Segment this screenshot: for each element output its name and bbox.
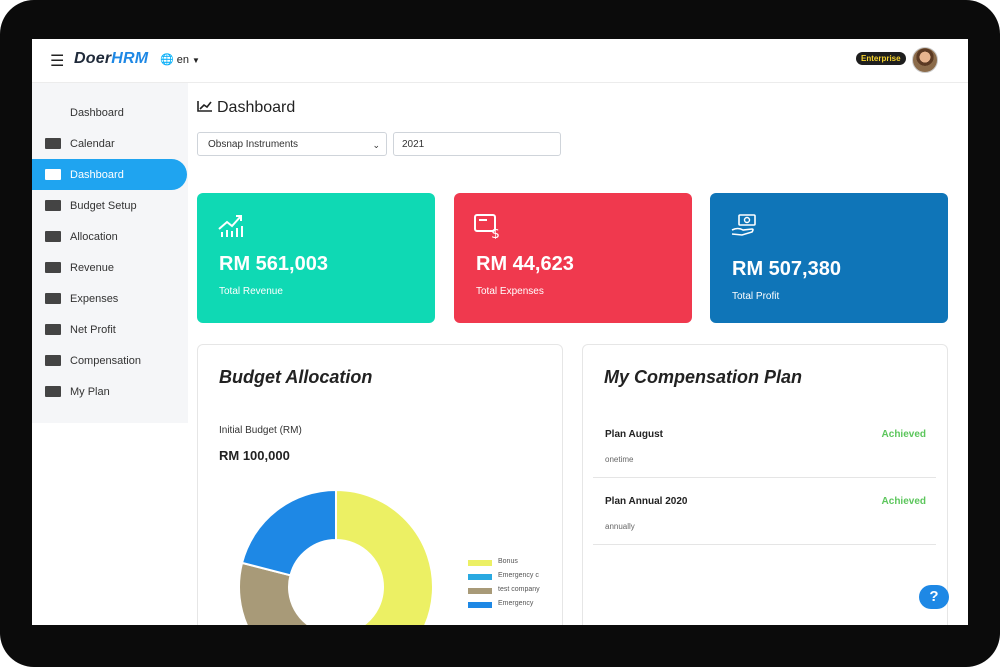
year-input-value: 2021: [402, 139, 425, 150]
year-input[interactable]: 2021: [393, 132, 561, 156]
card-icon: [45, 293, 61, 304]
expenses-card: $ RM 44,623 Total Expenses: [454, 193, 692, 323]
legend-swatch: [468, 574, 492, 580]
plan-row[interactable]: Plan August onetime Achieved: [593, 411, 936, 478]
plan-status: Achieved: [881, 429, 926, 440]
sidebar-item-dashboard[interactable]: Dashboard: [32, 159, 187, 190]
sidebar: Dashboard Calendar Dashboard Budget Setu…: [32, 83, 188, 423]
app-screen: ☰ DoerHRM 🌐 en ▼ Enterprise Dashboard Cal…: [32, 39, 968, 625]
plan-status: Achieved: [881, 496, 926, 507]
budget-allocation-panel: Budget Allocation Initial Budget (RM) RM…: [197, 344, 563, 625]
legend-label: Bonus: [498, 558, 518, 565]
revenue-label: Total Revenue: [219, 286, 283, 297]
sidebar-item-my-plan[interactable]: My Plan: [32, 376, 187, 407]
sidebar-item-dashboard-top[interactable]: Dashboard: [32, 97, 187, 128]
profit-card: RM 507,380 Total Profit: [710, 193, 948, 323]
profit-amount: RM 507,380: [732, 258, 841, 280]
chevron-down-icon: ⌄: [372, 140, 380, 150]
page-title: Dashboard: [197, 99, 295, 117]
plan-name: Plan August: [605, 429, 663, 440]
revenue-amount: RM 561,003: [219, 253, 328, 275]
budget-allocation-title: Budget Allocation: [219, 367, 373, 387]
sidebar-item-label: Budget Setup: [70, 199, 137, 212]
expenses-amount: RM 44,623: [476, 253, 574, 275]
card-icon: [45, 231, 61, 242]
plan-row[interactable]: Plan Annual 2020 annually Achieved: [593, 478, 936, 545]
card-icon: [45, 138, 61, 149]
profit-label: Total Profit: [732, 291, 780, 302]
legend-label: Emergency c: [498, 572, 539, 579]
card-icon: [45, 169, 61, 180]
expenses-label: Total Expenses: [476, 286, 544, 297]
invoice-dollar-icon: $: [474, 213, 502, 245]
menu-icon[interactable]: ☰: [50, 51, 64, 71]
top-bar: ☰ DoerHRM 🌐 en ▼ Enterprise: [32, 39, 968, 83]
avatar[interactable]: [912, 47, 938, 73]
donut-slice-bonus[interactable]: [324, 488, 434, 625]
initial-budget-amount: RM 100,000: [219, 448, 290, 463]
caret-down-icon: ▼: [192, 56, 200, 65]
sidebar-item-label: Compensation: [70, 354, 141, 367]
sidebar-item-label: Dashboard: [70, 168, 124, 181]
card-icon: [45, 324, 61, 335]
legend-label: test company: [498, 586, 540, 593]
sidebar-item-revenue[interactable]: Revenue: [32, 252, 187, 283]
sidebar-item-compensation[interactable]: Compensation: [32, 345, 187, 376]
svg-text:$: $: [491, 226, 500, 239]
compensation-title: My Compensation Plan: [604, 367, 803, 387]
donut-slice-emergency[interactable]: [240, 488, 337, 577]
plan-type: onetime: [605, 455, 634, 464]
sidebar-item-label: Dashboard: [70, 106, 124, 119]
legend-swatch: [468, 560, 492, 566]
sidebar-item-net-profit[interactable]: Net Profit: [32, 314, 187, 345]
card-icon: [45, 200, 61, 211]
growth-chart-icon: [217, 213, 245, 243]
sidebar-item-label: Net Profit: [70, 323, 116, 336]
budget-donut-chart: [238, 488, 434, 625]
legend-swatch: [468, 588, 492, 594]
sidebar-item-calendar[interactable]: Calendar: [32, 128, 187, 159]
revenue-card: RM 561,003 Total Revenue: [197, 193, 435, 323]
sidebar-item-label: Allocation: [70, 230, 118, 243]
line-chart-icon: [197, 99, 213, 117]
sidebar-item-expenses[interactable]: Expenses: [32, 283, 187, 314]
compensation-panel: My Compensation Plan Plan August onetime…: [582, 344, 948, 625]
plan-badge: Enterprise: [856, 52, 906, 65]
plan-name: Plan Annual 2020: [605, 496, 688, 507]
card-icon: [45, 262, 61, 273]
company-select[interactable]: Obsnap Instruments ⌄: [197, 132, 387, 156]
money-hand-icon: [730, 213, 758, 243]
globe-icon: 🌐: [160, 54, 174, 66]
card-icon: [45, 386, 61, 397]
brand-prefix: Doer: [74, 50, 112, 67]
initial-budget-label: Initial Budget (RM): [219, 425, 302, 436]
sidebar-item-label: My Plan: [70, 385, 110, 398]
help-button[interactable]: ?: [919, 585, 949, 609]
sidebar-item-label: Expenses: [70, 292, 119, 305]
legend-swatch: [468, 602, 492, 608]
card-icon: [45, 355, 61, 366]
sidebar-item-budget-setup[interactable]: Budget Setup: [32, 190, 187, 221]
language-label: en: [176, 54, 190, 66]
plan-type: annually: [605, 522, 635, 531]
brand-logo[interactable]: DoerHRM: [74, 50, 148, 68]
sidebar-item-allocation[interactable]: Allocation: [32, 221, 187, 252]
brand-suffix: HRM: [111, 50, 149, 67]
page-title-text: Dashboard: [217, 99, 296, 116]
language-selector[interactable]: 🌐 en ▼: [160, 53, 200, 66]
sidebar-item-label: Revenue: [70, 261, 115, 274]
sidebar-item-label: Calendar: [70, 137, 115, 150]
company-select-value: Obsnap Instruments: [208, 139, 299, 150]
legend-label: Emergency: [498, 600, 534, 607]
